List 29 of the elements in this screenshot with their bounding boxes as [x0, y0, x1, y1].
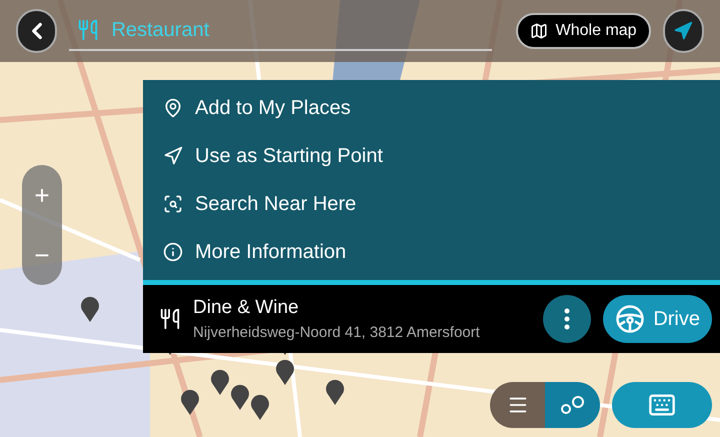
place-name: Dine & Wine: [193, 296, 300, 320]
menu-item-label: More Information: [195, 240, 346, 265]
more-icon: [564, 308, 570, 330]
whole-map-button[interactable]: Whole map: [516, 13, 651, 49]
menu-item[interactable]: Add to My Places: [143, 84, 720, 132]
menu-item-label: Search Near Here: [195, 192, 356, 217]
menu-item[interactable]: More Information: [143, 228, 720, 276]
place-address: Nijverheidsweg-Noord 41, 3812 Amersfoort: [193, 323, 481, 343]
search-category: Restaurant: [111, 18, 210, 43]
menu-item[interactable]: Use as Starting Point: [143, 132, 720, 180]
keyboard-button[interactable]: [612, 382, 712, 428]
steering-wheel-icon: [615, 304, 646, 334]
menu-item[interactable]: Search Near Here: [143, 180, 720, 228]
list-view-button[interactable]: [490, 382, 545, 428]
cutlery-icon: [77, 19, 100, 41]
arrow-icon: [673, 21, 694, 41]
map-view-button[interactable]: [545, 382, 600, 428]
search-icon: [163, 194, 183, 214]
menu-item-label: Use as Starting Point: [195, 144, 383, 169]
back-button[interactable]: [16, 9, 58, 53]
map-icon: [530, 22, 548, 40]
info-icon: [163, 242, 183, 262]
pin-icon: [163, 98, 183, 118]
more-button[interactable]: [543, 295, 592, 343]
navigation-button[interactable]: [662, 9, 704, 53]
menu-item-label: Add to My Places: [195, 96, 351, 121]
cutlery-icon: [159, 308, 181, 330]
pins-icon: [560, 394, 586, 416]
arrow-icon: [163, 146, 183, 166]
